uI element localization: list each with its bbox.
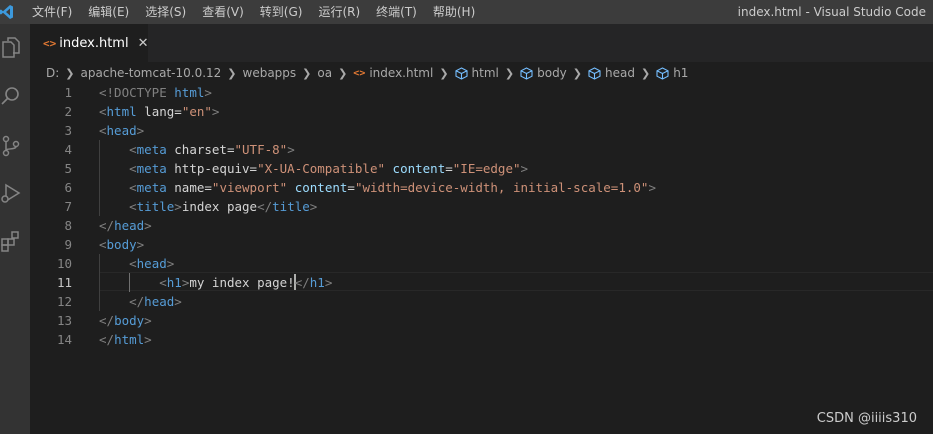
breadcrumb-item-html[interactable]: html: [472, 66, 499, 80]
menu-view[interactable]: 查看(V): [194, 0, 252, 24]
line-number: 3: [64, 123, 72, 138]
menu-edit[interactable]: 编辑(E): [80, 0, 137, 24]
line-number: 12: [56, 294, 72, 309]
breadcrumb-item-drive[interactable]: D:: [46, 66, 59, 80]
symbol-element-icon: [656, 66, 669, 80]
menu-terminal[interactable]: 终端(T): [368, 0, 425, 24]
line-number: 6: [64, 180, 72, 195]
indent-guide: [99, 197, 100, 216]
code-text: </head>: [129, 294, 182, 309]
breadcrumb-item-file[interactable]: index.html: [369, 66, 433, 80]
code-line[interactable]: 14 </html>: [30, 330, 933, 349]
symbol-element-icon: [454, 66, 468, 80]
menu-selection[interactable]: 选择(S): [137, 0, 194, 24]
code-line[interactable]: 2 <html lang="en">: [30, 102, 933, 121]
indent-guide: [99, 140, 100, 159]
source-control-icon[interactable]: [0, 133, 22, 159]
line-number: 9: [64, 237, 72, 252]
menu-go[interactable]: 转到(G): [252, 0, 311, 24]
title-bar: 文件(F) 编辑(E) 选择(S) 查看(V) 转到(G) 运行(R) 终端(T…: [0, 0, 933, 24]
code-editor[interactable]: 1 <!DOCTYPE html> 2 <html lang="en"> 3 <head>…: [30, 83, 933, 434]
menu-run[interactable]: 运行(R): [310, 0, 368, 24]
code-line[interactable]: 4 <meta charset="UTF-8">: [30, 140, 933, 159]
run-debug-icon[interactable]: [0, 180, 22, 206]
code-line[interactable]: 5 <meta http-equiv="X-UA-Compatible" con…: [30, 159, 933, 178]
menu-file[interactable]: 文件(F): [24, 0, 80, 24]
code-line[interactable]: 8 </head>: [30, 216, 933, 235]
code-text: <!DOCTYPE html>: [99, 85, 212, 100]
symbol-element-icon: [588, 66, 601, 80]
search-icon[interactable]: [0, 83, 22, 109]
chevron-right-icon: ❯: [338, 66, 348, 80]
code-text: <html lang="en">: [99, 104, 220, 119]
breadcrumb-item-tomcat[interactable]: apache-tomcat-10.0.12: [81, 66, 222, 80]
chevron-right-icon: ❯: [302, 66, 312, 80]
html-file-icon: <>: [43, 36, 57, 50]
code-text: <meta charset="UTF-8">: [129, 142, 295, 157]
window-title: index.html - Visual Studio Code: [737, 5, 926, 19]
code-text: <h1>my index page!</h1>: [159, 274, 333, 290]
code-text: <meta name="viewport" content="width=dev…: [129, 180, 656, 195]
code-text: <body>: [99, 237, 145, 252]
tab-index-html[interactable]: <> index.html ✕: [30, 24, 148, 62]
code-text: <title>index page</title>: [129, 199, 318, 214]
breadcrumb-item-h1[interactable]: h1: [673, 66, 688, 80]
code-line[interactable]: 1 <!DOCTYPE html>: [30, 83, 933, 102]
code-text: <head>: [99, 123, 145, 138]
close-icon[interactable]: ✕: [138, 36, 149, 51]
line-number: 10: [56, 256, 72, 271]
code-text: </body>: [99, 313, 152, 328]
chevron-right-icon: ❯: [504, 66, 515, 80]
code-line[interactable]: 13 </body>: [30, 311, 933, 330]
breadcrumb: D: ❯ apache-tomcat-10.0.12 ❯ webapps ❯ o…: [30, 62, 933, 84]
indent-guide: [129, 273, 131, 292]
breadcrumb-item-body[interactable]: body: [537, 66, 567, 80]
indent-guide: [99, 273, 100, 292]
line-number: 11: [56, 275, 72, 290]
tab-bar: <> index.html ✕: [30, 24, 933, 62]
line-number: 14: [56, 332, 72, 347]
code-line[interactable]: 7 <title>index page</title>: [30, 197, 933, 216]
breadcrumb-item-head[interactable]: head: [605, 66, 635, 80]
line-number: 13: [56, 313, 72, 328]
code-line[interactable]: 10 <head>: [30, 254, 933, 273]
vscode-logo-icon: [0, 0, 18, 24]
symbol-element-icon: [520, 66, 533, 80]
line-number: 2: [64, 104, 72, 119]
code-text: <head>: [129, 256, 175, 271]
breadcrumb-item-webapps[interactable]: webapps: [243, 66, 297, 80]
code-line[interactable]: 3 <head>: [30, 121, 933, 140]
code-text: <meta http-equiv="X-UA-Compatible" conte…: [129, 161, 529, 176]
indent-guide: [99, 292, 100, 311]
tab-label: index.html: [59, 35, 129, 51]
watermark: CSDN @iiiis310: [816, 411, 917, 426]
code-text: </html>: [99, 332, 152, 347]
code-line[interactable]: 12 </head>: [30, 292, 933, 311]
indent-guide: [99, 159, 100, 178]
chevron-right-icon: ❯: [439, 66, 449, 80]
indent-guide: [99, 178, 100, 197]
files-icon[interactable]: [0, 34, 22, 60]
chevron-right-icon: ❯: [640, 66, 651, 80]
extensions-icon[interactable]: [0, 228, 22, 254]
line-number: 7: [64, 199, 72, 214]
indent-guide: [99, 254, 100, 273]
activity-bar: [0, 24, 30, 434]
code-line[interactable]: 11 <h1>my index page!</h1>: [30, 273, 933, 292]
chevron-right-icon: ❯: [227, 66, 237, 80]
line-number: 8: [64, 218, 72, 233]
chevron-right-icon: ❯: [65, 66, 75, 80]
line-number: 4: [64, 142, 72, 157]
html-file-icon: <>: [353, 67, 366, 79]
line-number: 1: [64, 85, 72, 100]
menu-help[interactable]: 帮助(H): [425, 0, 483, 24]
line-number: 5: [64, 161, 72, 176]
chevron-right-icon: ❯: [572, 66, 583, 80]
breadcrumb-item-oa[interactable]: oa: [317, 66, 332, 80]
code-line[interactable]: 6 <meta name="viewport" content="width=d…: [30, 178, 933, 197]
code-text: </head>: [99, 218, 152, 233]
menu-bar: 文件(F) 编辑(E) 选择(S) 查看(V) 转到(G) 运行(R) 终端(T…: [24, 0, 483, 24]
code-line[interactable]: 9 <body>: [30, 235, 933, 254]
